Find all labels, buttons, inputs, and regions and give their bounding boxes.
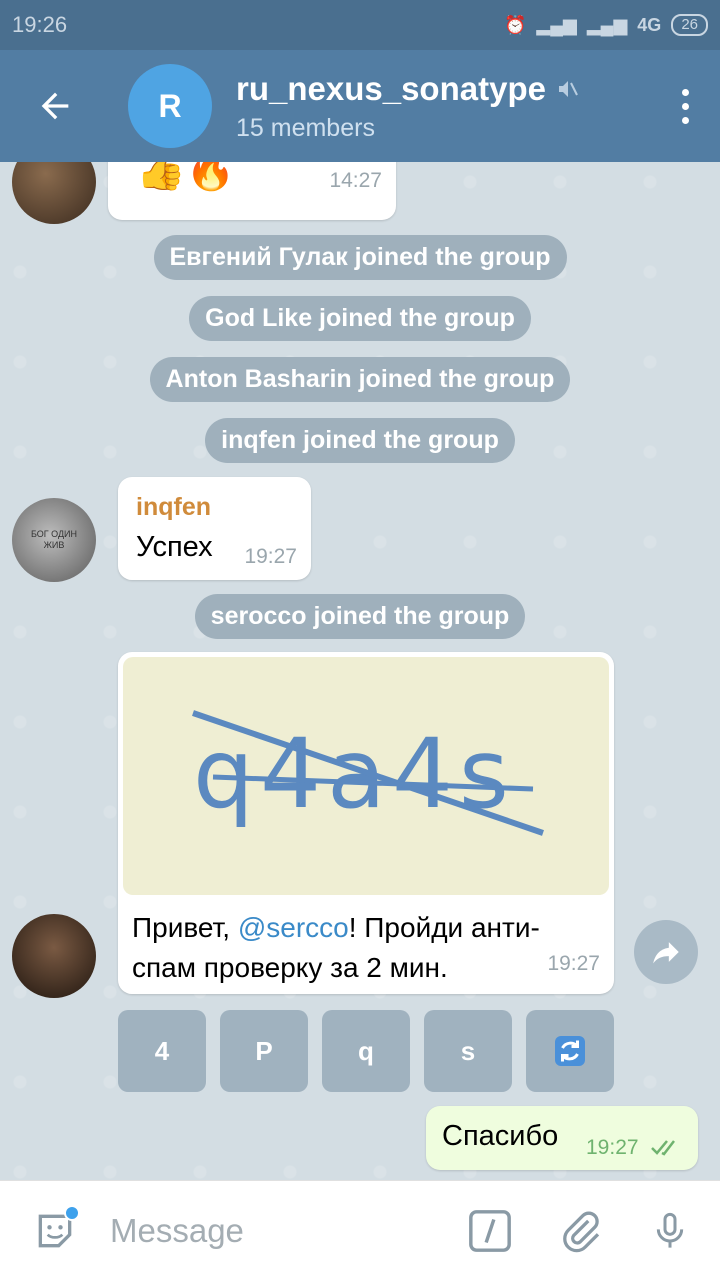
- member-count: 15 members: [236, 113, 375, 142]
- bot-command-button[interactable]: [460, 1208, 520, 1254]
- service-message: Евгений Гулак joined the group: [0, 235, 720, 280]
- message-bubble[interactable]: 👍🔥 14:27: [108, 162, 396, 220]
- signal-icon-2: ▂▄▆: [586, 14, 628, 35]
- battery-icon: 26: [671, 14, 708, 36]
- service-message: Anton Basharin joined the group: [0, 357, 720, 402]
- message-bubble[interactable]: inqfen Успех 19:27: [118, 477, 311, 580]
- captcha-button-q[interactable]: q: [322, 1010, 410, 1092]
- sender-name[interactable]: inqfen: [136, 493, 211, 522]
- message-input-bar: Message: [0, 1180, 720, 1280]
- service-message: serocco joined the group: [0, 594, 720, 639]
- dot-icon: [681, 88, 689, 96]
- dot-icon: [681, 102, 689, 110]
- message-text: спам проверку за 2 мин.: [132, 952, 448, 983]
- sender-avatar[interactable]: БОГ ОДИН ЖИВ: [12, 498, 96, 582]
- voice-record-button[interactable]: [640, 1209, 700, 1253]
- dot-icon: [681, 116, 689, 124]
- paperclip-icon: [563, 1211, 600, 1252]
- message-time: 19:27: [586, 1136, 639, 1159]
- status-time: 19:26: [12, 12, 68, 37]
- message-time: 19:27: [244, 545, 297, 568]
- message-time: 19:27: [547, 952, 600, 975]
- read-receipt-icon: [651, 1140, 675, 1156]
- new-stickers-dot: [64, 1204, 80, 1221]
- message-time: 14:27: [329, 169, 382, 192]
- slash-command-icon: [469, 1209, 511, 1252]
- group-avatar-letter: R: [158, 87, 182, 124]
- microphone-icon: [656, 1212, 684, 1248]
- user-mention-link[interactable]: @sercco: [238, 912, 349, 943]
- refresh-icon: [555, 1036, 585, 1066]
- group-avatar[interactable]: R: [128, 64, 212, 148]
- message-text: Привет,: [132, 912, 238, 943]
- captcha-button-4[interactable]: 4: [118, 1010, 206, 1092]
- message-emoji: 👍🔥: [136, 162, 236, 192]
- alarm-icon: ⏰: [503, 14, 527, 35]
- signal-icon: ▂▄▆: [536, 14, 577, 35]
- outgoing-message-bubble[interactable]: Спасибо 19:27: [426, 1106, 698, 1170]
- message-text: Успех: [136, 531, 213, 563]
- service-message: God Like joined the group: [0, 296, 720, 341]
- share-button[interactable]: [634, 920, 698, 984]
- back-arrow-icon: [41, 92, 69, 120]
- sticker-button[interactable]: [0, 1204, 110, 1253]
- status-bar: 19:26 ⏰ ▂▄▆ ▂▄▆ 4G 26: [0, 0, 720, 50]
- status-icons: ⏰ ▂▄▆ ▂▄▆ 4G 26: [504, 14, 708, 36]
- captcha-button-s[interactable]: s: [424, 1010, 512, 1092]
- message-input[interactable]: Message: [110, 1212, 460, 1250]
- avatar-text: БОГ ОДИН ЖИВ: [30, 529, 78, 550]
- header-titles[interactable]: ru_nexus_sonatype 15 members: [236, 70, 650, 143]
- captcha-refresh-button[interactable]: [526, 1010, 614, 1092]
- chat-title: ru_nexus_sonatype: [236, 69, 546, 107]
- captcha-image-graphic: q4a4s: [192, 710, 544, 836]
- share-arrow-icon: [653, 942, 679, 964]
- network-label: 4G: [637, 14, 662, 35]
- mute-icon: [558, 80, 578, 97]
- attach-button[interactable]: [550, 1209, 610, 1253]
- chat-header: R ru_nexus_sonatype 15 members: [0, 50, 720, 162]
- captcha-image[interactable]: q4a4s: [123, 657, 609, 895]
- service-message: inqfen joined the group: [0, 418, 720, 463]
- message-text: Спасибо: [442, 1120, 559, 1152]
- message-bubble[interactable]: q4a4s Привет, @sercco! Пройди анти- спам…: [118, 652, 614, 994]
- message-text: ! Пройди анти-: [348, 912, 540, 943]
- back-button[interactable]: [0, 50, 110, 162]
- captcha-text: q4a4s: [193, 718, 515, 830]
- captcha-button-p[interactable]: P: [220, 1010, 308, 1092]
- sender-avatar[interactable]: [12, 914, 96, 998]
- overflow-menu-button[interactable]: [650, 88, 720, 124]
